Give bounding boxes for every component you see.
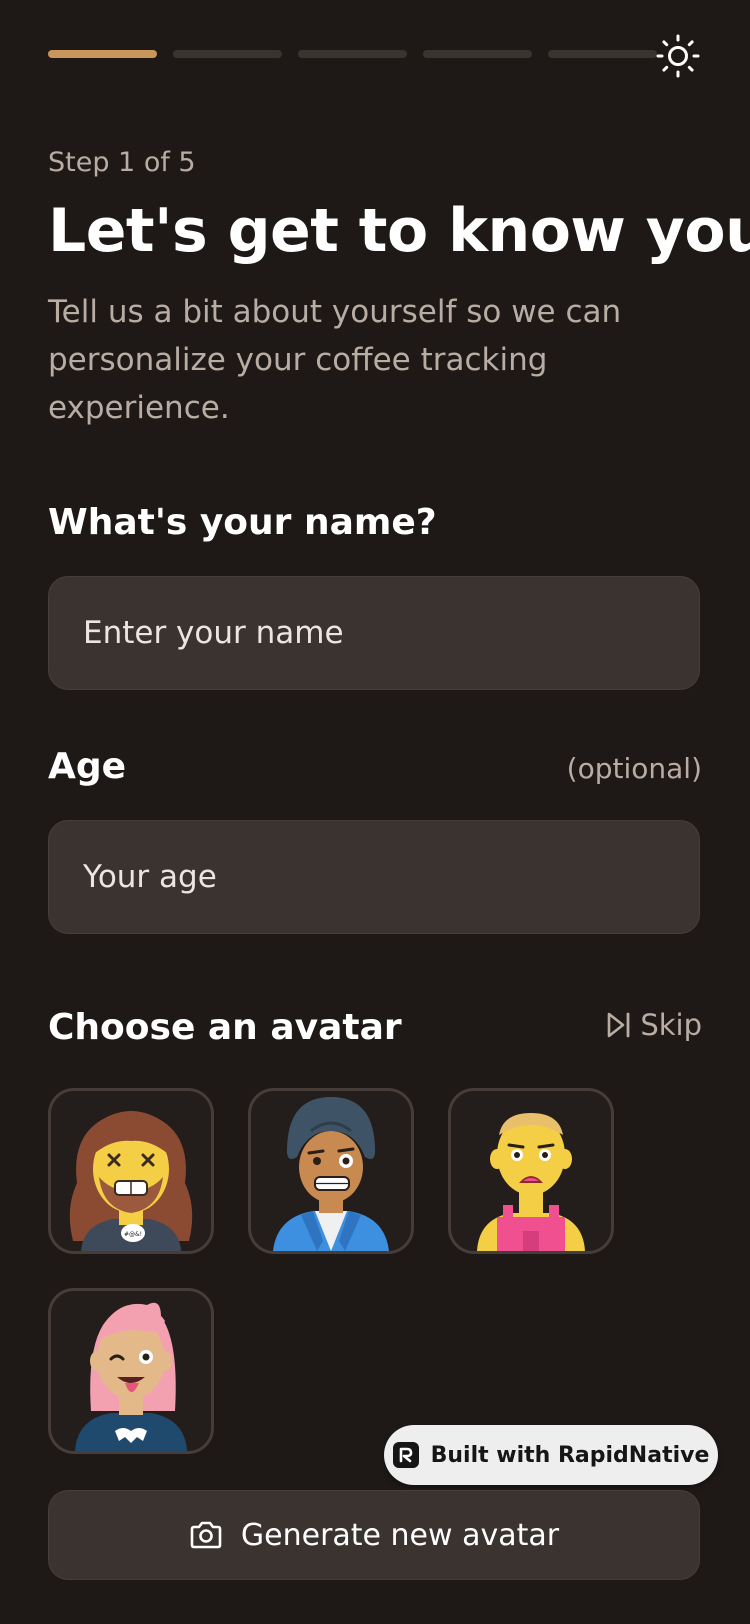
avatar-section-label: Choose an avatar [48,1007,402,1048]
step-indicator: Step 1 of 5 [48,147,196,178]
skip-label: Skip [640,1008,702,1042]
avatar-bald-overalls-illustration [477,1113,585,1251]
avatar-option-1[interactable]: #@&! [48,1088,214,1254]
age-field-container [48,820,700,934]
avatar-long-hair-bearded-illustration: #@&! [69,1111,193,1251]
age-label: Age [48,746,127,787]
avatar-pink-hair-wink-illustration [75,1302,187,1451]
age-optional-label: (optional) [566,752,702,785]
theme-toggle-button[interactable] [654,32,702,80]
page-title: Let's get to know you [48,196,750,266]
progress-segment [298,50,407,58]
page-subtitle: Tell us a bit about yourself so we can p… [48,294,622,426]
skip-button[interactable]: Skip [606,1008,702,1042]
avatar-option-3[interactable] [448,1088,614,1254]
progress-segment-active [48,50,157,58]
progress-segment [548,50,657,58]
generate-avatar-button[interactable]: Generate new avatar [48,1490,700,1580]
progress-segment [423,50,532,58]
built-with-badge[interactable]: Built with RapidNative [384,1425,718,1485]
avatar-turban-blazer-illustration [273,1097,389,1251]
camera-icon [190,1521,222,1549]
progress-bar [48,50,657,58]
avatar-option-4[interactable] [48,1288,214,1454]
name-field-container [48,576,700,690]
name-input[interactable] [49,577,699,689]
avatar-speech-text: #@&! [124,1231,142,1238]
skip-forward-icon [608,1012,630,1038]
generate-avatar-label: Generate new avatar [240,1517,560,1553]
rapidnative-logo [392,1442,419,1468]
progress-segment [173,50,282,58]
built-with-label: Built with RapidNative [430,1442,710,1468]
sun-icon [656,34,700,78]
age-input[interactable] [49,821,699,933]
avatar-option-2[interactable] [248,1088,414,1254]
name-label: What's your name? [48,502,437,543]
